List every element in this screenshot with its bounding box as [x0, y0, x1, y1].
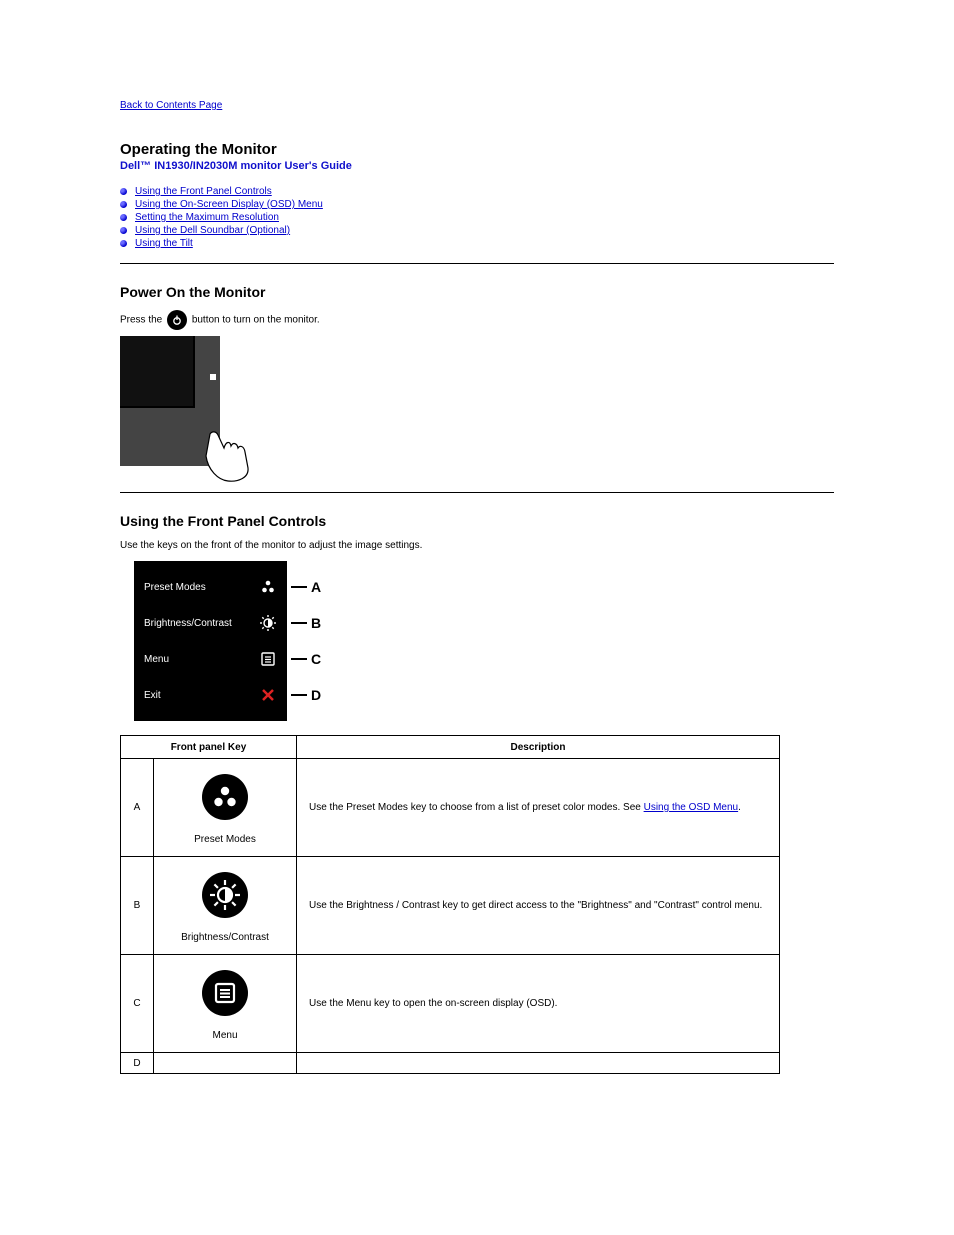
page-title: Operating the Monitor [120, 141, 834, 158]
toc-link-tilt[interactable]: Using the Tilt [135, 238, 193, 249]
section-divider [120, 492, 834, 493]
row-icon-label: Preset Modes [155, 834, 295, 855]
row-description: Use the Brightness / Contrast key to get… [297, 857, 780, 955]
table-header-description: Description [297, 736, 780, 759]
table-row: A Preset Modes Use the Preset Modes key … [121, 759, 780, 857]
label-letter-c: C [311, 651, 329, 667]
model-subtitle: Dell™ IN1930/IN2030M monitor User's Guid… [120, 160, 834, 172]
label-letter-b: B [311, 615, 329, 631]
row-description [297, 1053, 780, 1074]
letter-labels: A B C D [287, 569, 329, 713]
bullet-icon [120, 188, 127, 195]
row-letter: D [121, 1053, 154, 1074]
row-icon-cell: Menu [154, 955, 297, 1053]
desc-text-before: Use the Preset Modes key to choose from … [309, 802, 644, 813]
bullet-icon [120, 201, 127, 208]
label-letter-d: D [311, 687, 329, 703]
power-text-before: Press the [120, 315, 165, 326]
toc-link-soundbar[interactable]: Using the Dell Soundbar (Optional) [135, 225, 290, 236]
row-icon-label: Menu [155, 1030, 295, 1051]
front-panel-key-table: Front panel Key Description A Preset Mod… [120, 735, 780, 1074]
back-to-contents-link[interactable]: Back to Contents Page [120, 100, 222, 111]
brightness-contrast-icon [202, 872, 248, 918]
row-description: Use the Preset Modes key to choose from … [297, 759, 780, 857]
preset-modes-icon [259, 578, 277, 596]
monitor-corner-illustration [120, 336, 268, 484]
hand-icon [200, 428, 260, 483]
front-panel-intro: Use the keys on the front of the monitor… [120, 539, 834, 553]
row-letter: C [121, 955, 154, 1053]
osd-label-brightness: Brightness/Contrast [144, 618, 232, 629]
bullet-icon [120, 214, 127, 221]
menu-icon [259, 650, 277, 668]
bullet-icon [120, 240, 127, 247]
table-row: D [121, 1053, 780, 1074]
osd-diagram: Preset Modes Brightness/Contrast [134, 561, 834, 721]
label-letter-a: A [311, 579, 329, 595]
brightness-contrast-icon [259, 614, 277, 632]
section-divider [120, 263, 834, 264]
section-heading-power: Power On the Monitor [120, 284, 834, 300]
desc-text-after: . [738, 802, 741, 813]
osd-label-preset: Preset Modes [144, 582, 206, 593]
menu-icon [202, 970, 248, 1016]
preset-modes-icon [202, 774, 248, 820]
osd-panel: Preset Modes Brightness/Contrast [134, 561, 287, 721]
toc-link-front-panel[interactable]: Using the Front Panel Controls [135, 186, 272, 197]
osd-menu-link[interactable]: Using the OSD Menu [644, 802, 739, 813]
power-text-after: button to turn on the monitor. [192, 315, 320, 326]
row-icon-label: Brightness/Contrast [155, 932, 295, 953]
row-description: Use the Menu key to open the on-screen d… [297, 955, 780, 1053]
row-icon-cell: Brightness/Contrast [154, 857, 297, 955]
table-header-key: Front panel Key [121, 736, 297, 759]
row-letter: A [121, 759, 154, 857]
section-heading-front-panel: Using the Front Panel Controls [120, 513, 834, 529]
toc-link-max-resolution[interactable]: Setting the Maximum Resolution [135, 212, 279, 223]
monitor-screen [120, 336, 195, 408]
bullet-icon [120, 227, 127, 234]
toc-link-osd-menu[interactable]: Using the On-Screen Display (OSD) Menu [135, 199, 323, 210]
exit-icon [259, 686, 277, 704]
row-icon-cell [154, 1053, 297, 1074]
row-icon-cell: Preset Modes [154, 759, 297, 857]
table-row: C Menu Use the Menu key to open the on-s… [121, 955, 780, 1053]
row-letter: B [121, 857, 154, 955]
osd-label-exit: Exit [144, 690, 161, 701]
page: Back to Contents Page Operating the Moni… [0, 0, 954, 1114]
button-dot [210, 374, 216, 380]
power-instruction: Press the button to turn on the monitor. [120, 310, 834, 330]
osd-label-menu: Menu [144, 654, 169, 665]
power-icon [167, 310, 187, 330]
table-of-contents: Using the Front Panel Controls Using the… [120, 186, 834, 249]
table-row: B [121, 857, 780, 955]
